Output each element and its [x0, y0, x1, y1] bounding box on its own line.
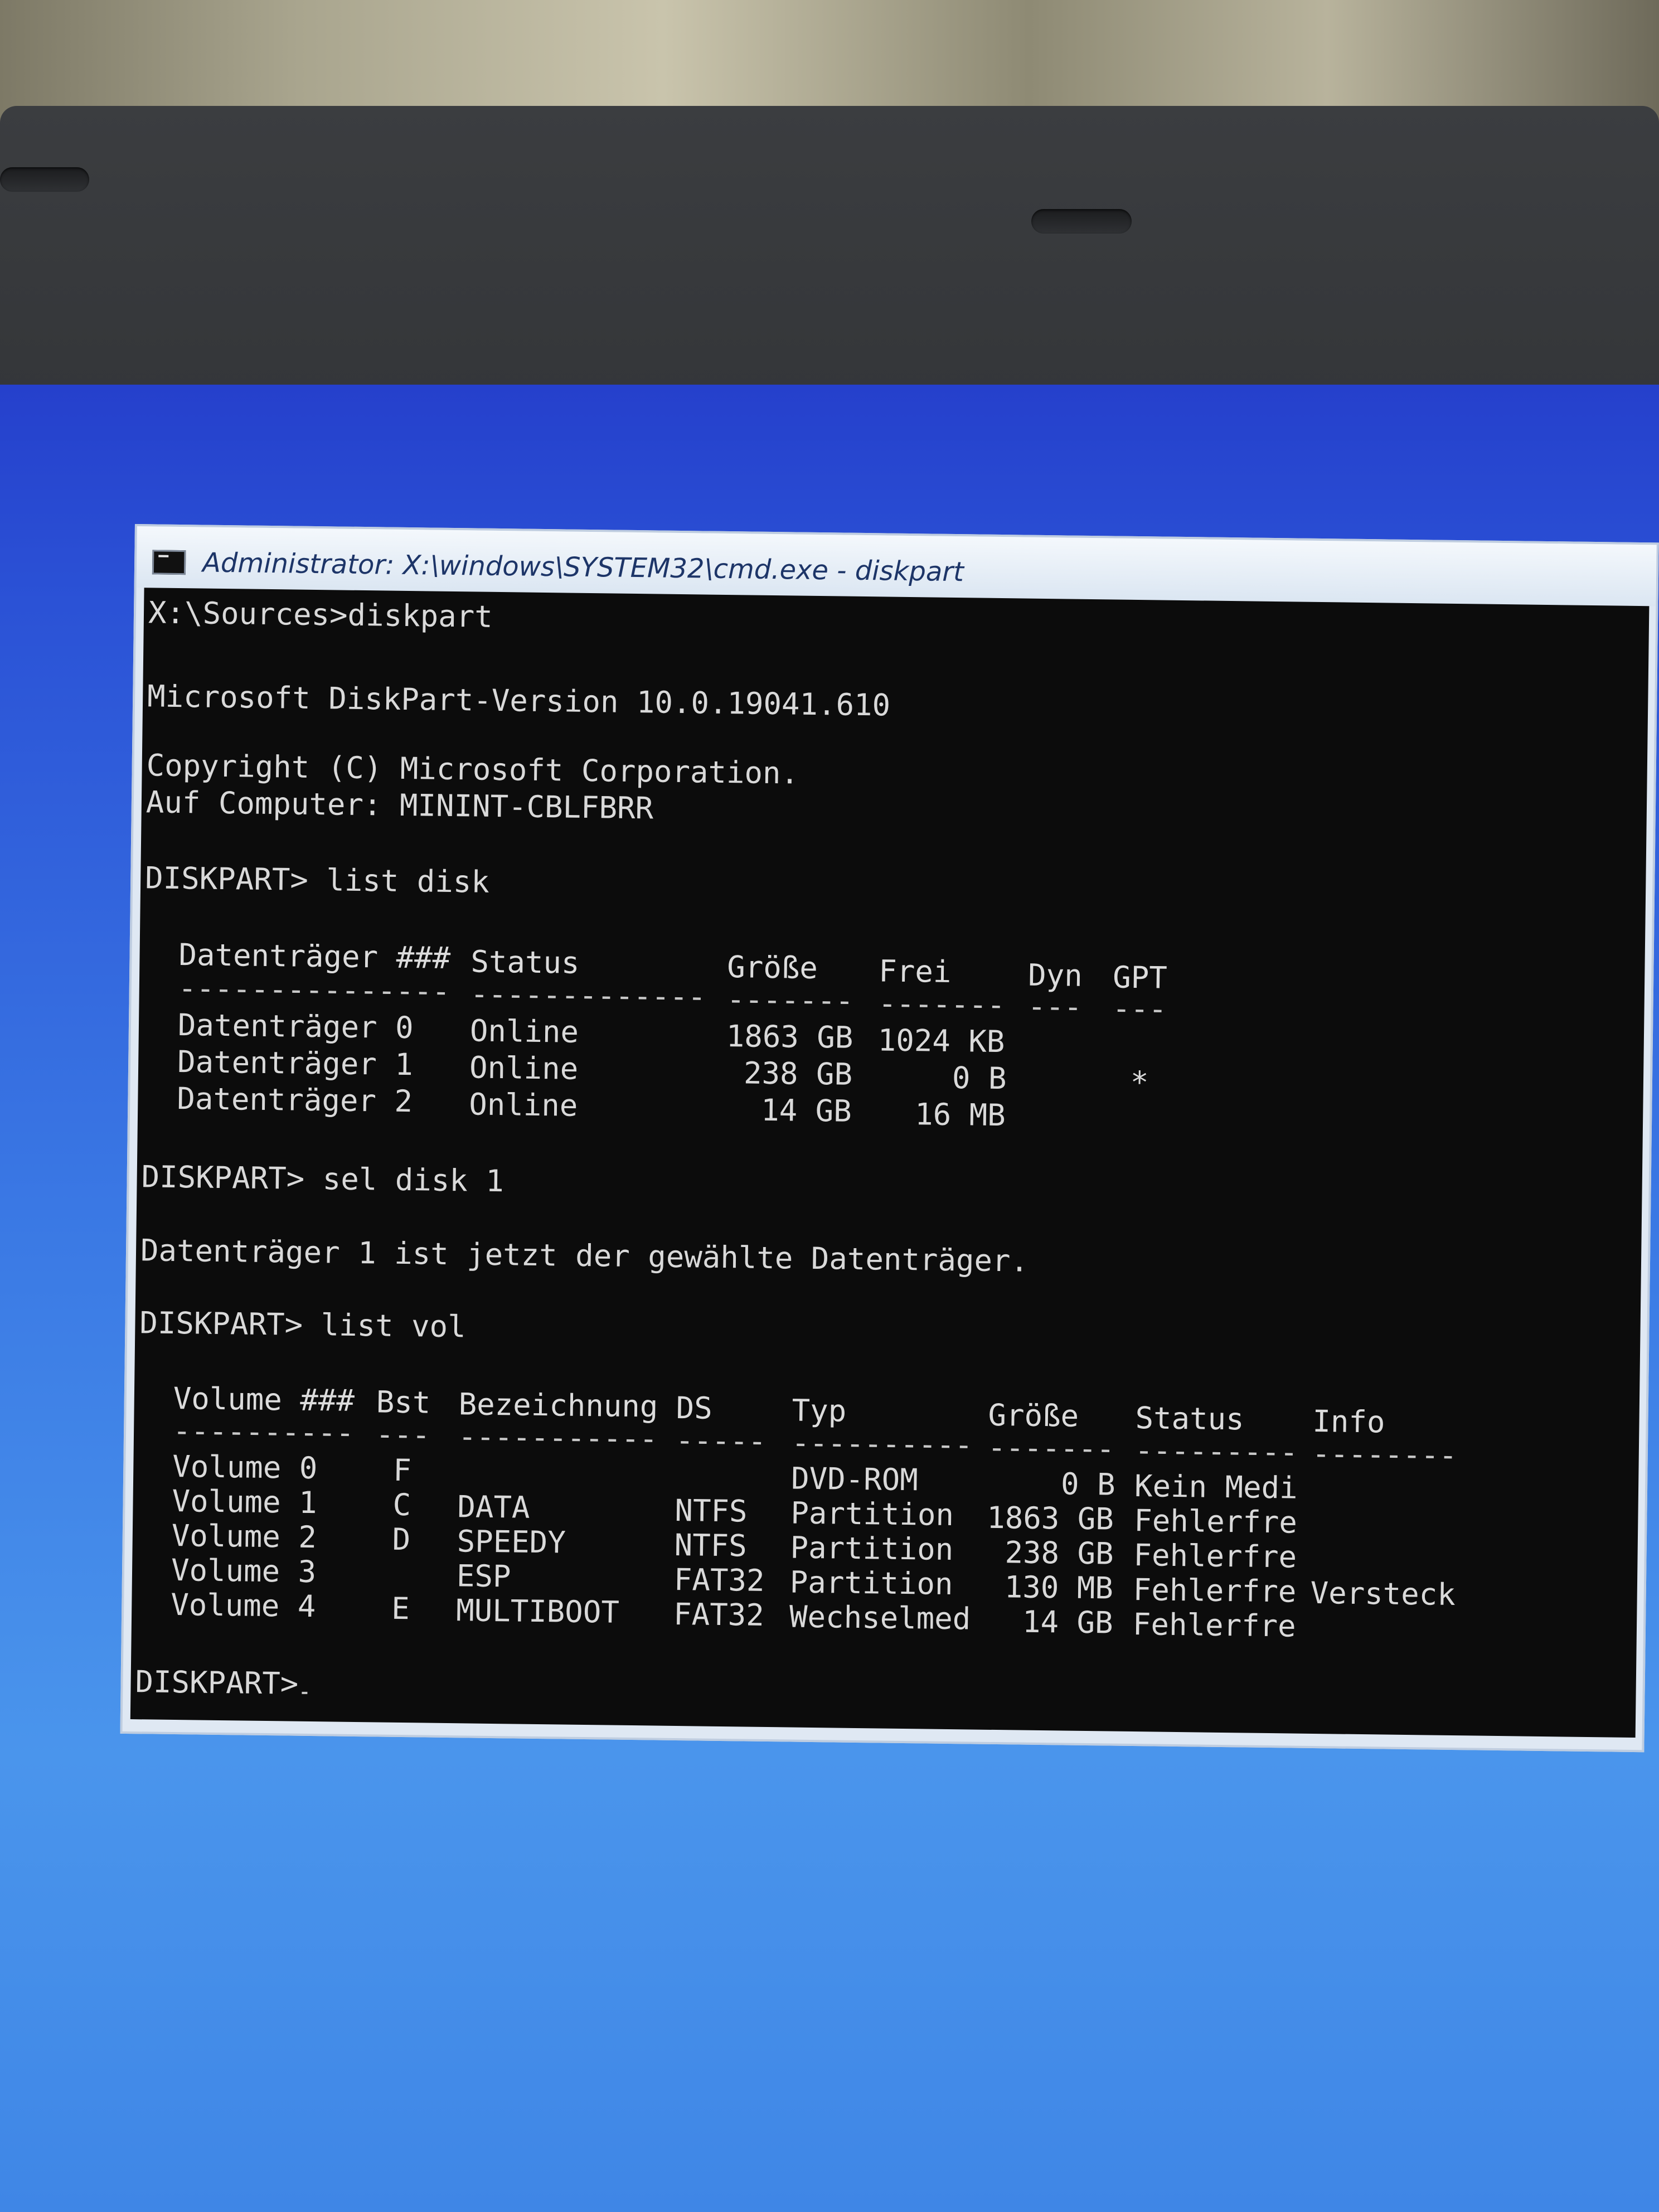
- volume-name: Volume 2: [171, 1517, 317, 1555]
- webcam-bar: [1031, 209, 1132, 234]
- volume-letter: F: [392, 1452, 412, 1488]
- volume-fs: FAT32: [673, 1561, 765, 1598]
- col-divider: ----------: [791, 1425, 973, 1463]
- col-header-disk: Datenträger ###: [178, 937, 451, 976]
- col-divider: -------: [878, 986, 1006, 1023]
- disk-gpt: *: [1130, 1064, 1149, 1100]
- volume-type: Partition: [789, 1564, 953, 1602]
- col-divider: -------: [987, 1429, 1115, 1467]
- console-line-version: Microsoft DiskPart-Version 10.0.19041.61…: [147, 678, 891, 723]
- col-divider: ---------------: [178, 971, 450, 1009]
- prompt-text: DISKPART>: [135, 1664, 299, 1701]
- volume-info: Versteck: [1310, 1575, 1456, 1613]
- col-divider: --------: [1312, 1435, 1458, 1473]
- volume-status: Fehlerfre: [1133, 1572, 1297, 1609]
- volume-label: DATA: [457, 1489, 530, 1525]
- disk-free: 16 MB: [914, 1097, 1006, 1133]
- volume-label: ESP: [456, 1558, 511, 1594]
- volume-size: 238 GB: [1005, 1535, 1114, 1571]
- col-header-free: Frei: [878, 953, 952, 989]
- disk-free: 1024 KB: [877, 1022, 1005, 1060]
- volume-type: Partition: [790, 1495, 954, 1533]
- col-header-gpt: GPT: [1112, 959, 1168, 996]
- console-line-command: DISKPART> list vol: [139, 1305, 467, 1345]
- volume-label: SPEEDY: [457, 1524, 566, 1560]
- disk-size: 1863 GB: [726, 1018, 853, 1055]
- col-divider: -----: [675, 1422, 767, 1459]
- col-header-size: Größe: [726, 949, 818, 986]
- col-divider: -------: [726, 982, 854, 1018]
- console-output[interactable]: X:\Sources>diskpart Microsoft DiskPart-V…: [130, 588, 1650, 1738]
- volume-label: MULTIBOOT: [455, 1593, 620, 1630]
- disk-status: Online: [469, 1013, 579, 1050]
- command-prompt[interactable]: DISKPART>: [135, 1663, 308, 1702]
- volume-fs: NTFS: [674, 1527, 748, 1564]
- volume-type: Wechselmed: [789, 1599, 971, 1637]
- volume-type: DVD-ROM: [790, 1461, 919, 1498]
- disk-status: Online: [468, 1086, 578, 1123]
- col-header-ds: DS: [676, 1390, 713, 1426]
- col-divider: ---: [375, 1417, 431, 1453]
- col-divider: ---------: [1134, 1433, 1298, 1470]
- col-divider: ----------: [172, 1413, 355, 1451]
- col-header-label: Bezeichnung: [458, 1386, 658, 1424]
- col-header-dyn: Dyn: [1027, 957, 1083, 993]
- cmd-icon: [152, 550, 186, 575]
- col-header-status: Status: [470, 944, 580, 981]
- col-divider: ---: [1112, 991, 1167, 1027]
- volume-fs: FAT32: [673, 1596, 765, 1633]
- volume-size: 1863 GB: [986, 1500, 1114, 1537]
- cmd-window[interactable]: Administrator: X:\windows\SYSTEM32\cmd.e…: [120, 524, 1659, 1753]
- window-title: Administrator: X:\windows\SYSTEM32\cmd.e…: [202, 547, 964, 588]
- volume-size: 130 MB: [1004, 1569, 1114, 1606]
- col-header-type: Typ: [792, 1393, 847, 1429]
- disk-free: 0 B: [952, 1060, 1007, 1097]
- volume-name: Volume 4: [170, 1587, 316, 1624]
- text-cursor: [301, 1691, 308, 1694]
- volume-status: Fehlerfre: [1133, 1503, 1298, 1540]
- volume-size: 0 B: [1060, 1466, 1116, 1502]
- console-line-command: X:\Sources>diskpart: [148, 595, 493, 634]
- col-divider: ---: [1027, 988, 1083, 1025]
- volume-letter: D: [392, 1521, 411, 1558]
- col-header-status: Status: [1135, 1400, 1244, 1437]
- volume-letter: C: [392, 1487, 411, 1523]
- volume-size: 14 GB: [1022, 1604, 1113, 1641]
- col-header-info: Info: [1312, 1403, 1385, 1440]
- disk-name: Datenträger 0: [177, 1007, 414, 1046]
- disk-name: Datenträger 2: [177, 1081, 413, 1119]
- disk-status: Online: [469, 1050, 579, 1086]
- console-line-command: DISKPART> sel disk 1: [141, 1159, 505, 1199]
- console-line-command: DISKPART> list disk: [144, 860, 490, 900]
- volume-fs: NTFS: [675, 1492, 748, 1529]
- bezel-bumper-left: [0, 167, 89, 192]
- col-header-bst: Bst: [376, 1384, 431, 1420]
- col-divider: -----------: [458, 1419, 658, 1457]
- console-line-computer: Auf Computer: MININT-CBLFBRR: [145, 784, 654, 826]
- disk-size: 238 GB: [743, 1055, 853, 1092]
- col-header-volume: Volume ###: [173, 1380, 355, 1418]
- disk-name: Datenträger 1: [177, 1044, 414, 1083]
- col-divider: -------------: [470, 976, 706, 1015]
- volume-status: Kein Medi: [1134, 1468, 1298, 1506]
- volume-status: Fehlerfre: [1133, 1537, 1297, 1575]
- volume-name: Volume 1: [172, 1483, 318, 1521]
- disk-size: 14 GB: [760, 1092, 852, 1129]
- col-header-size: Größe: [988, 1397, 1079, 1434]
- volume-status: Fehlerfre: [1132, 1607, 1296, 1644]
- volume-name: Volume 0: [172, 1448, 318, 1486]
- console-line-selected: Datenträger 1 ist jetzt der gewählte Dat…: [140, 1233, 1029, 1279]
- volume-type: Partition: [790, 1530, 954, 1568]
- volume-letter: E: [391, 1590, 410, 1627]
- volume-name: Volume 3: [171, 1552, 317, 1590]
